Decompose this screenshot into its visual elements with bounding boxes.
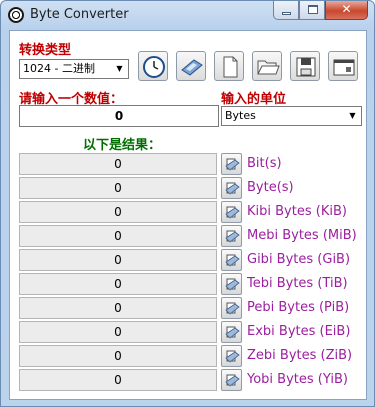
copy-button[interactable] [221,345,242,367]
window-title: Byte Converter [30,7,129,22]
close-icon: ✕ [341,2,352,16]
clock-icon [143,56,165,78]
copy-icon [225,278,240,291]
result-value[interactable]: 0 [19,273,217,295]
open-folder-icon [257,60,280,75]
result-value[interactable]: 0 [19,225,217,247]
soccer-ball-icon [8,7,24,23]
conversion-type-select[interactable]: 1024 - 二进制 ▼ [19,59,129,79]
minimize-button[interactable] [273,1,299,20]
result-value[interactable]: 0 [19,201,217,223]
result-row-eib: 0 Exbi Bytes (EiB) [19,321,359,343]
maximize-button[interactable] [299,1,325,20]
new-document-button[interactable] [214,51,244,81]
result-row-kib: 0 Kibi Bytes (KiB) [19,201,359,223]
copy-button[interactable] [221,201,242,223]
result-value[interactable]: 0 [19,369,217,391]
result-row-mib: 0 Mebi Bytes (MiB) [19,225,359,247]
result-row-zib: 0 Zebi Bytes (ZiB) [19,345,359,367]
copy-button[interactable] [221,297,242,319]
unit-label: Pebi Bytes (PiB) [247,300,350,315]
chevron-down-icon: ▼ [116,64,123,73]
unit-label: Bit(s) [247,156,282,171]
copy-icon [225,230,240,243]
result-row-bytes: 0 Byte(s) [19,177,359,199]
chevron-down-icon: ▼ [349,111,356,120]
app-window: Byte Converter ✕ 转换类型 1024 - 二进制 ▼ 请输入一个… [0,0,375,407]
unit-label: Gibi Bytes (GiB) [247,252,351,267]
copy-button[interactable] [221,321,242,343]
copy-button[interactable] [221,273,242,295]
copy-icon [225,302,240,315]
copy-button[interactable] [221,177,242,199]
copy-icon [225,254,240,267]
unit-label: Mebi Bytes (MiB) [247,228,357,243]
result-row-gib: 0 Gibi Bytes (GiB) [19,249,359,271]
value-input[interactable]: 0 [19,105,219,127]
results-heading: 以下是结果： [83,138,162,153]
unit-label: Byte(s) [247,180,294,195]
maximize-icon [308,5,318,14]
open-folder-button[interactable] [252,51,282,81]
save-button[interactable] [290,51,320,81]
result-row-bits: 0 Bit(s) [19,153,359,175]
result-value[interactable]: 0 [19,297,217,319]
minimize-icon [282,12,291,15]
calculator-icon [181,59,203,76]
title-bar[interactable]: Byte Converter ✕ [1,1,374,30]
copy-button[interactable] [221,153,242,175]
copy-button[interactable] [221,369,242,391]
result-value[interactable]: 0 [19,249,217,271]
copy-icon [225,326,240,339]
result-value[interactable]: 0 [19,321,217,343]
new-document-icon [223,56,238,78]
copy-icon [225,158,240,171]
caption-buttons: ✕ [273,1,368,20]
copy-icon [225,374,240,387]
window-icon [333,59,355,76]
main-panel: 转换类型 1024 - 二进制 ▼ 请输入一个数值： 输入的单位 0 Bytes… [9,30,367,400]
result-row-tib: 0 Tebi Bytes (TiB) [19,273,359,295]
unit-label: Tebi Bytes (TiB) [247,276,348,291]
close-button[interactable]: ✕ [325,1,368,20]
unit-label: Exbi Bytes (EiB) [247,324,351,339]
calculator-button[interactable] [176,51,206,81]
input-unit-select[interactable]: Bytes ▼ [221,106,362,126]
result-value[interactable]: 0 [19,153,217,175]
copy-button[interactable] [221,225,242,247]
copy-icon [225,182,240,195]
unit-label: Zebi Bytes (ZiB) [247,348,353,363]
unit-label: Yobi Bytes (YiB) [247,372,348,387]
conversion-type-value: 1024 - 二进制 [23,62,95,75]
copy-button[interactable] [221,249,242,271]
input-unit-value: Bytes [225,109,256,122]
unit-label: Kibi Bytes (KiB) [247,204,347,219]
conversion-type-label: 转换类型 [19,43,72,58]
input-unit-label: 输入的单位 [221,92,287,107]
result-value[interactable]: 0 [19,345,217,367]
result-value[interactable]: 0 [19,177,217,199]
window-button[interactable] [328,51,358,81]
result-row-pib: 0 Pebi Bytes (PiB) [19,297,359,319]
copy-icon [225,206,240,219]
result-row-yib: 0 Yobi Bytes (YiB) [19,369,359,391]
save-icon [296,57,316,77]
clock-button[interactable] [138,51,168,81]
copy-icon [225,350,240,363]
